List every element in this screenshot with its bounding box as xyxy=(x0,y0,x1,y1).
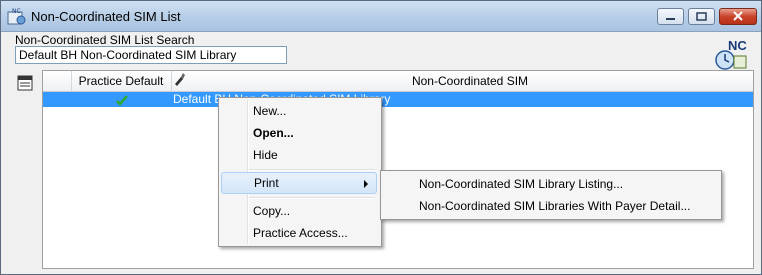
minimize-button[interactable] xyxy=(657,8,684,25)
title-bar[interactable]: NC Non-Coordinated SIM List xyxy=(1,1,761,32)
menu-item-hide[interactable]: Hide xyxy=(221,144,377,166)
column-chooser-icon[interactable] xyxy=(17,75,33,91)
minimize-icon xyxy=(666,18,675,20)
column-header-sim-name[interactable]: Non-Coordinated SIM xyxy=(187,71,753,91)
maximize-icon xyxy=(696,12,707,21)
window-title: Non-Coordinated SIM List xyxy=(31,9,181,24)
nc-badge: NC xyxy=(714,38,750,72)
menu-item-sim-library-listing[interactable]: Non-Coordinated SIM Library Listing... xyxy=(383,173,719,195)
menu-item-print-label: Print xyxy=(254,176,279,190)
svg-text:NC: NC xyxy=(12,8,21,15)
flashlight-icon xyxy=(175,73,185,86)
close-button[interactable] xyxy=(719,8,757,25)
menu-item-practice-access[interactable]: Practice Access... xyxy=(221,222,377,244)
nc-app-icon: NC xyxy=(7,8,26,25)
menu-item-sim-libraries-payer-detail[interactable]: Non-Coordinated SIM Libraries With Payer… xyxy=(383,195,719,217)
search-input[interactable] xyxy=(15,46,287,64)
search-label: Non-Coordinated SIM List Search xyxy=(15,33,195,47)
table-row[interactable] xyxy=(43,92,753,107)
column-header-practice-default[interactable]: Practice Default xyxy=(71,71,172,91)
grid-header: Practice Default Non-Coordinated SIM xyxy=(43,71,753,92)
check-icon xyxy=(116,95,128,106)
submenu-arrow-icon xyxy=(364,180,368,188)
menu-item-copy[interactable]: Copy... xyxy=(221,200,377,222)
context-menu: New... Open... Hide Print Copy... Practi… xyxy=(218,97,382,247)
grid-icon xyxy=(17,75,33,91)
menu-item-open[interactable]: Open... xyxy=(221,122,377,144)
menu-separator xyxy=(249,197,375,199)
row-indicator-header xyxy=(43,71,72,91)
print-submenu: Non-Coordinated SIM Library Listing... N… xyxy=(380,170,722,220)
menu-item-new[interactable]: New... xyxy=(221,100,377,122)
menu-separator xyxy=(249,169,375,171)
nc-badge-text: NC xyxy=(728,38,747,53)
close-icon xyxy=(733,11,743,21)
column-header-flashlight[interactable] xyxy=(171,71,187,91)
maximize-button[interactable] xyxy=(688,8,715,25)
menu-item-print[interactable]: Print xyxy=(221,172,377,194)
